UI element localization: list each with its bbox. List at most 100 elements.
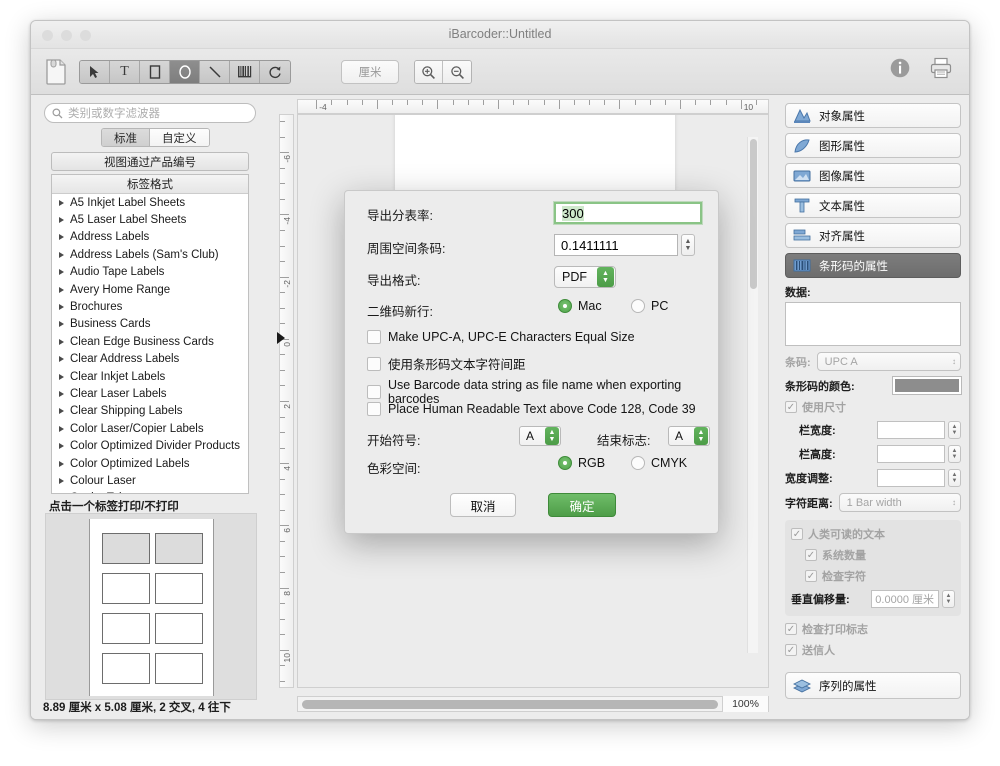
inspector-barcode-properties[interactable]: 条形码的属性 [785,253,961,278]
disclosure-triangle-icon[interactable] [59,286,64,293]
inspector-image-properties[interactable]: 图像属性 [785,163,961,188]
barcode-type-select[interactable]: UPC A ↕ [816,352,961,371]
hrt-above-checkbox[interactable]: Place Human Readable Text above Code 128… [367,402,696,416]
list-item[interactable]: A5 Laser Label Sheets [52,211,248,228]
disclosure-triangle-icon[interactable] [59,217,64,224]
sheet-cell[interactable] [102,653,150,684]
quiet-zone-input[interactable]: 0.1411111 [554,234,678,256]
segment-custom[interactable]: 自定义 [150,129,209,146]
list-item[interactable]: Clear Inkjet Labels [52,368,248,385]
label-format-list[interactable]: 标签格式 A5 Inkjet Label Sheets A5 Laser Labe… [51,174,249,494]
barcode-tool[interactable] [230,61,260,83]
disclosure-triangle-icon[interactable] [59,373,64,380]
inspector-object-properties[interactable]: 对象属性 [785,103,961,128]
stop-symbol-select[interactable]: A ▲ ▼ [668,426,710,446]
check-print-mark-checkbox[interactable]: ✓ 检查打印标志 [785,621,961,637]
sender-checkbox[interactable]: ✓ 送信人 [785,642,961,658]
rotate-tool[interactable] [260,61,290,83]
disclosure-triangle-icon[interactable] [59,356,64,363]
list-item[interactable]: Colour Laser [52,472,248,489]
disclosure-triangle-icon[interactable] [59,460,64,467]
disclosure-triangle-icon[interactable] [59,234,64,241]
colorspace-rgb-radio[interactable]: RGB [558,456,605,470]
ruler-origin-marker[interactable] [277,331,285,344]
disclosure-triangle-icon[interactable] [59,269,64,276]
bar-height-input[interactable] [877,445,945,463]
quiet-zone-stepper[interactable]: ▲ ▼ [681,234,695,256]
resolution-input[interactable]: 300 [554,202,702,224]
sheet-cell[interactable] [155,573,203,604]
info-icon[interactable] [889,57,911,84]
colorspace-cmyk-radio[interactable]: CMYK [631,456,687,470]
list-item[interactable]: Avery Home Range [52,281,248,298]
newline-mac-radio[interactable]: Mac [558,299,602,313]
unit-button[interactable]: 厘米 [341,60,399,84]
segment-standard[interactable]: 标准 [102,129,150,146]
canvas-vertical-scrollbar[interactable] [747,137,758,653]
disclosure-triangle-icon[interactable] [59,338,64,345]
inspector-align-properties[interactable]: 对齐属性 [785,223,961,248]
barcode-color-swatch[interactable] [892,376,962,395]
document-icon[interactable] [45,58,67,85]
ok-button[interactable]: 确定 [548,493,616,517]
list-item[interactable]: Clean Edge Business Cards [52,333,248,350]
text-tool[interactable]: T [110,61,140,83]
list-item[interactable]: Brochures [52,298,248,315]
sheet-cell[interactable] [155,653,203,684]
arrow-tool[interactable] [80,61,110,83]
zoom-in-icon[interactable] [415,61,443,83]
print-icon[interactable] [929,57,953,84]
list-item[interactable]: Color Optimized Divider Products [52,437,248,454]
search-input[interactable]: 类别或数字滤波器 [44,103,256,123]
newline-pc-radio[interactable]: PC [631,299,668,313]
format-select[interactable]: PDF ▲ ▼ [554,266,616,288]
use-size-checkbox[interactable]: ✓ 使用尺寸 [785,399,961,415]
scrollbar-thumb[interactable] [302,699,718,709]
line-tool[interactable] [200,61,230,83]
list-item[interactable]: Address Labels (Sam's Club) [52,246,248,263]
sheet-cell[interactable] [155,613,203,644]
list-item[interactable]: Audio Tape Labels [52,264,248,281]
char-distance-select[interactable]: 1 Bar width ↕ [838,493,961,512]
width-adjust-stepper[interactable]: ▲ ▼ [948,469,961,487]
bar-width-stepper[interactable]: ▲ ▼ [948,421,961,439]
inspector-text-properties[interactable]: 文本属性 [785,193,961,218]
disclosure-triangle-icon[interactable] [59,199,64,206]
char-spacing-checkbox[interactable]: 使用条形码文本字符间距 [367,354,526,373]
check-character-checkbox[interactable]: ✓ 检查字符 [791,568,955,584]
sheet-cell[interactable] [102,573,150,604]
disclosure-triangle-icon[interactable] [59,477,64,484]
zoom-out-icon[interactable] [443,61,471,83]
disclosure-triangle-icon[interactable] [59,251,64,258]
disclosure-triangle-icon[interactable] [59,304,64,311]
sheet-cell[interactable] [102,533,150,564]
width-adjust-input[interactable] [877,469,945,487]
list-item[interactable]: Business Cards [52,316,248,333]
list-item[interactable]: Address Labels [52,229,248,246]
start-symbol-select[interactable]: A ▲ ▼ [519,426,561,446]
list-item[interactable]: Clear Laser Labels [52,385,248,402]
view-by-product-number-button[interactable]: 视图通过产品编号 [51,152,249,171]
vertical-offset-input[interactable]: 0.0000 厘米 [871,590,939,608]
equal-size-checkbox[interactable]: Make UPC-A, UPC-E Characters Equal Size [367,330,635,344]
human-readable-checkbox[interactable]: ✓ 人类可读的文本 [791,526,955,542]
rectangle-tool[interactable] [140,61,170,83]
barcode-data-input[interactable] [785,302,961,346]
list-item[interactable]: Color Optimized Labels [52,455,248,472]
bar-width-input[interactable] [877,421,945,439]
canvas-horizontal-scrollbar[interactable]: 100% [297,696,769,712]
ellipse-tool[interactable] [170,61,200,83]
sheet-cell[interactable] [155,533,203,564]
disclosure-triangle-icon[interactable] [59,408,64,415]
list-item[interactable]: Clear Shipping Labels [52,403,248,420]
list-item[interactable]: Copier Tabs [52,490,248,493]
sheet-cell[interactable] [102,613,150,644]
list-item[interactable]: Color Laser/Copier Labels [52,420,248,437]
vertical-offset-stepper[interactable]: ▲ ▼ [942,590,955,608]
zoom-level-indicator[interactable]: 100% [722,696,768,712]
inspector-shape-properties[interactable]: 图形属性 [785,133,961,158]
list-item[interactable]: Clear Address Labels [52,351,248,368]
sequence-properties-button[interactable]: 序列的属性 [785,672,961,699]
bar-height-stepper[interactable]: ▲ ▼ [948,445,961,463]
list-item[interactable]: A5 Inkjet Label Sheets [52,194,248,211]
